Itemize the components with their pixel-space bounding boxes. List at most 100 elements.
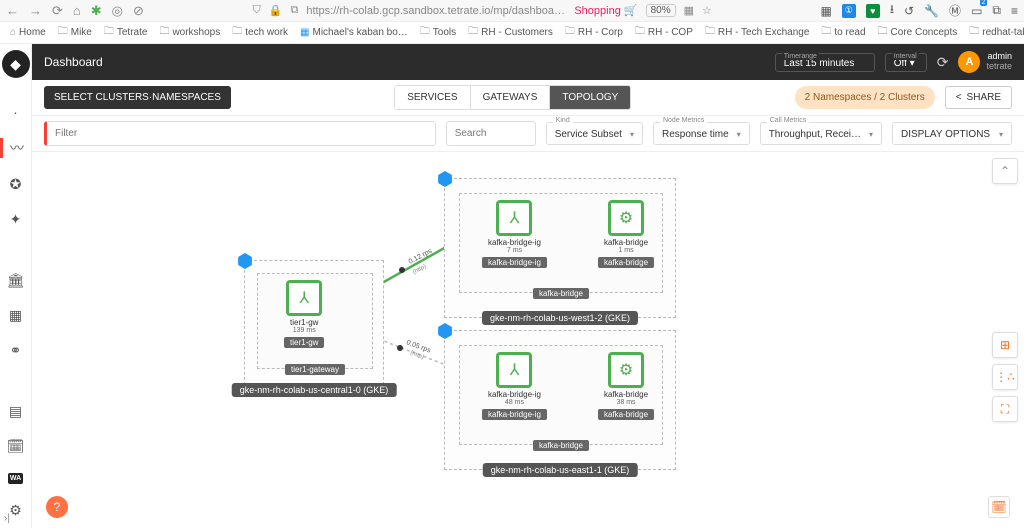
service-icon: ⚙ [608,200,644,236]
search-input[interactable] [446,121,536,146]
tab-topology[interactable]: TOPOLOGY [550,86,630,109]
bookmark-item[interactable]: Core Concepts [874,22,962,43]
nav-item[interactable]: · [13,104,18,120]
profile-icon[interactable]: Ⓜ [949,2,961,19]
cluster-label: gke-nm-rh-colab-us-west1-2 (GKE) [482,311,638,325]
bookmark-item[interactable]: Tetrate [100,22,152,43]
settings-icon[interactable]: 🔧 [924,4,939,18]
calendar-button[interactable]: 🗓 [988,496,1010,518]
history-icon[interactable]: ↺ [904,4,914,18]
refresh-icon[interactable]: ⟳ [937,54,949,71]
bookmark-item[interactable]: tech work [228,22,292,43]
share-button[interactable]: < SHARE [945,86,1012,109]
nav-item[interactable]: 🗓 [7,438,25,455]
gateway-icon: ⅄ [496,200,532,236]
forward-icon[interactable]: → [29,3,42,18]
url-text[interactable]: https://rh-colab.gcp.sandbox.tetrate.io/… [306,5,566,17]
shield-icon[interactable]: ⛉ [253,4,261,17]
nav-item-wa[interactable]: WA [8,473,23,484]
bookmark-item[interactable]: RH - Customers [464,22,557,43]
select-clusters-button[interactable]: SELECT CLUSTERS·NAMESPACES [44,86,231,109]
reader-icon[interactable]: ▦ [684,4,694,17]
bookmark-item[interactable]: RH - Corp [561,22,627,43]
scope-chip: 2 Namespaces / 2 Clusters [795,86,935,109]
ext-icon[interactable]: ◎ [112,3,123,19]
bookmark-item[interactable]: Tools [416,22,460,43]
filter-input[interactable] [44,121,436,146]
nav-item-topology[interactable]: 〰 [0,138,31,158]
tab-services[interactable]: SERVICES [395,86,470,109]
service-node[interactable]: ⅄ kafka-bridge-ig 7 ms kafka-bridge-ig [482,200,547,268]
nav-item[interactable]: 🏛 [7,272,25,289]
ext-icon[interactable]: ♥ [866,4,880,18]
page-title: Dashboard [44,55,765,69]
reload-icon[interactable]: ⟳ [52,3,63,19]
user-menu[interactable]: A admin tetrate [958,51,1012,73]
display-options-select[interactable]: DISPLAY OPTIONS [892,122,1012,145]
gateway-icon: ⅄ [496,352,532,388]
bookmark-home[interactable]: Home [6,25,50,40]
zoom-level[interactable]: 80% [646,4,676,17]
cluster-label: gke-nm-rh-colab-us-east1-1 (GKE) [483,463,638,477]
tab-gateways[interactable]: GATEWAYS [471,86,551,109]
service-node[interactable]: ⚙ kafka-bridge 1 ms kafka-bridge [598,200,654,268]
node-metrics-select[interactable]: Node MetricsResponse time [653,122,750,145]
ext-icon[interactable]: ① [842,4,856,18]
bookmark-item[interactable]: RH - COP [631,22,697,43]
svg-text:0.05 rps: 0.05 rps [405,339,432,354]
help-button[interactable]: ? [46,496,68,518]
view-tabs: SERVICES GATEWAYS TOPOLOGY [394,85,631,110]
service-node[interactable]: ⅄ kafka-bridge-ig 48 ms kafka-bridge-ig [482,352,547,420]
cluster-hex-icon [437,323,453,339]
service-node[interactable]: ⅄ tier1-gw 139 ms tier1-gw [284,280,324,348]
ext-icon[interactable]: ✱ [91,3,102,19]
back-icon[interactable]: ← [6,3,19,18]
ext-badge-icon[interactable]: ▭2 [971,4,982,18]
perm-icon[interactable]: ⧉ [290,4,298,17]
layout-icon[interactable]: ⊞ [992,332,1018,358]
menu-icon[interactable]: ≡ [1011,4,1018,18]
nav-item[interactable]: ✪ [10,176,22,193]
bookmark-item[interactable]: Mike [54,22,96,43]
left-nav-rail: ◆ · 〰 ✪ ✦ 🏛 ▦ ⚭ ▤ 🗓 WA ⚙ [0,44,32,528]
topology-canvas[interactable]: 0.12 rps (http) 0.12 rps · 0.12 rps (htt… [32,152,1024,528]
nav-settings-icon[interactable]: ⚙ [9,502,22,519]
cluster-hex-icon [237,253,253,269]
namespace-label: kafka-bridge [533,288,589,299]
nav-item[interactable]: ⚭ [10,342,22,359]
bookmark-item[interactable]: workshops [155,22,224,43]
shopping-label[interactable]: Shopping 🛒 [574,4,637,17]
gateway-icon: ⅄ [286,280,322,316]
nav-item[interactable]: ✦ [10,211,22,228]
user-org: tetrate [986,62,1012,72]
sidebar-toggle-icon[interactable]: ⧉ [992,3,1001,18]
legend-icon[interactable]: ⋮∴ [992,364,1018,390]
bookmarks-bar: Home Mike Tetrate workshops tech work Mi… [0,22,1024,44]
interval-select[interactable]: Interval Off ▾ [885,53,927,72]
app-logo[interactable]: ◆ [2,50,30,78]
ext-icon[interactable]: ⊘ [133,3,144,19]
bookmark-item[interactable]: redhat-tabs [965,22,1024,43]
avatar: A [958,51,980,73]
namespace-label: tier1-gateway [285,364,345,375]
collapse-icon[interactable]: ⌃ [992,158,1018,184]
nav-item[interactable]: ▦ [9,307,22,324]
cluster-hex-icon [437,171,453,187]
home-icon[interactable]: ⌂ [73,3,81,18]
download-icon[interactable]: ⭳ [890,0,894,21]
bookmark-item[interactable]: Michael's kaban bo… [296,25,412,40]
bookmark-item[interactable]: RH - Tech Exchange [701,22,814,43]
expand-rail-icon[interactable]: ›| [4,513,10,524]
bookmark-item[interactable]: to read [817,22,869,43]
timerange-select[interactable]: Timerange Last 15 minutes [775,53,875,72]
nav-item[interactable]: ▤ [9,403,22,420]
call-metrics-select[interactable]: Call MetricsThroughput, Recei… [760,122,882,145]
kind-select[interactable]: KindService Subset [546,122,643,145]
fit-icon[interactable]: ⛶ [992,396,1018,422]
browser-toolbar: ← → ⟳ ⌂ ✱ ◎ ⊘ ⛉ 🔒 ⧉ https://rh-colab.gcp… [0,0,1024,22]
ext-grid-icon[interactable]: ▦ [820,4,831,18]
bookmark-star-icon[interactable]: ☆ [702,4,712,17]
svg-text:(http): (http) [412,264,427,276]
namespace-label: kafka-bridge [533,440,589,451]
service-node[interactable]: ⚙ kafka-bridge 38 ms kafka-bridge [598,352,654,420]
